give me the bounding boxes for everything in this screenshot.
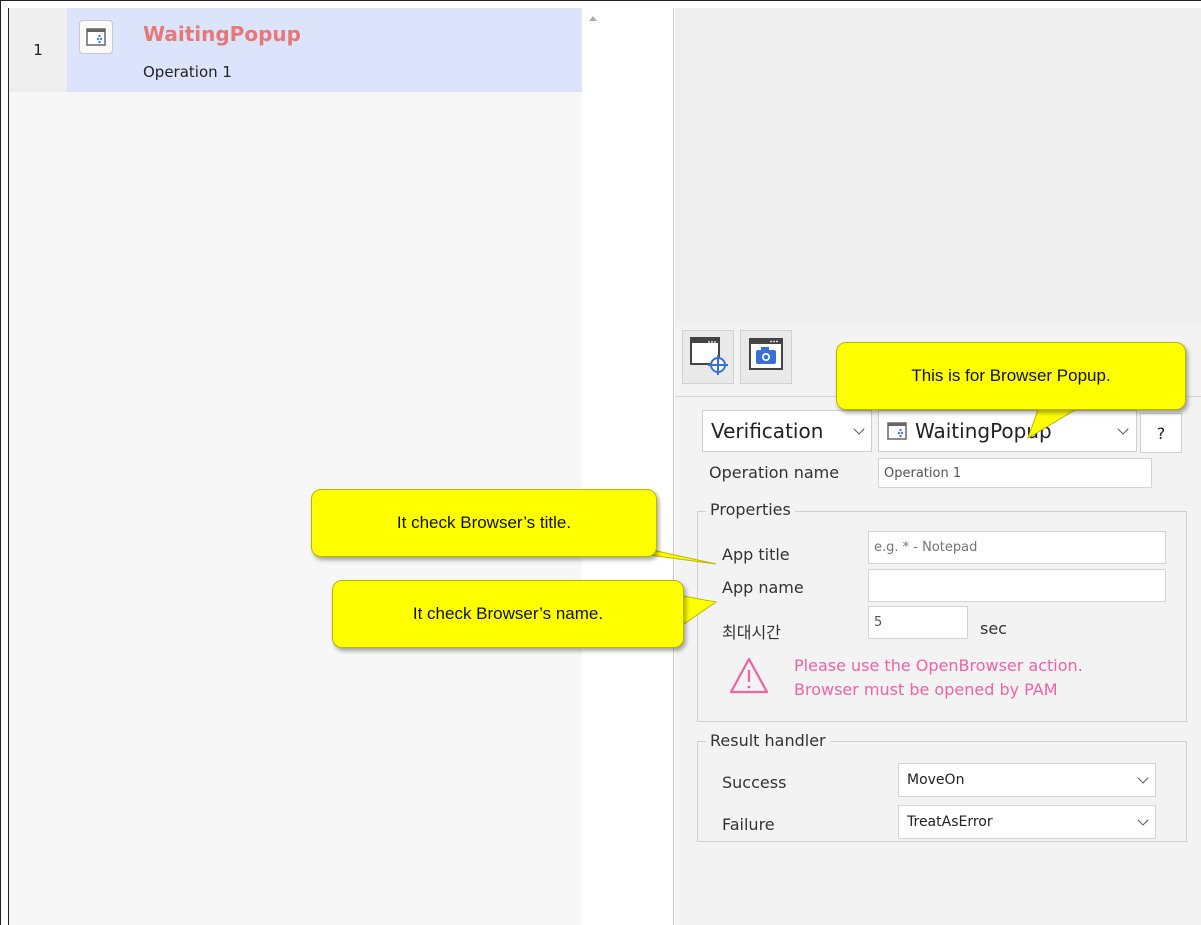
- callout-browser-title-text: It check Browser’s title.: [396, 513, 572, 532]
- callout-browser-title: It check Browser’s title.: [311, 489, 657, 557]
- callout-browser-name: It check Browser’s name.: [332, 580, 684, 648]
- callout-browser-popup: This is for Browser Popup.: [836, 342, 1186, 410]
- callout-browser-popup-text: This is for Browser Popup.: [911, 366, 1111, 385]
- callout-pointers: [611, 403, 1087, 625]
- callout-browser-name-text: It check Browser’s name.: [412, 604, 604, 623]
